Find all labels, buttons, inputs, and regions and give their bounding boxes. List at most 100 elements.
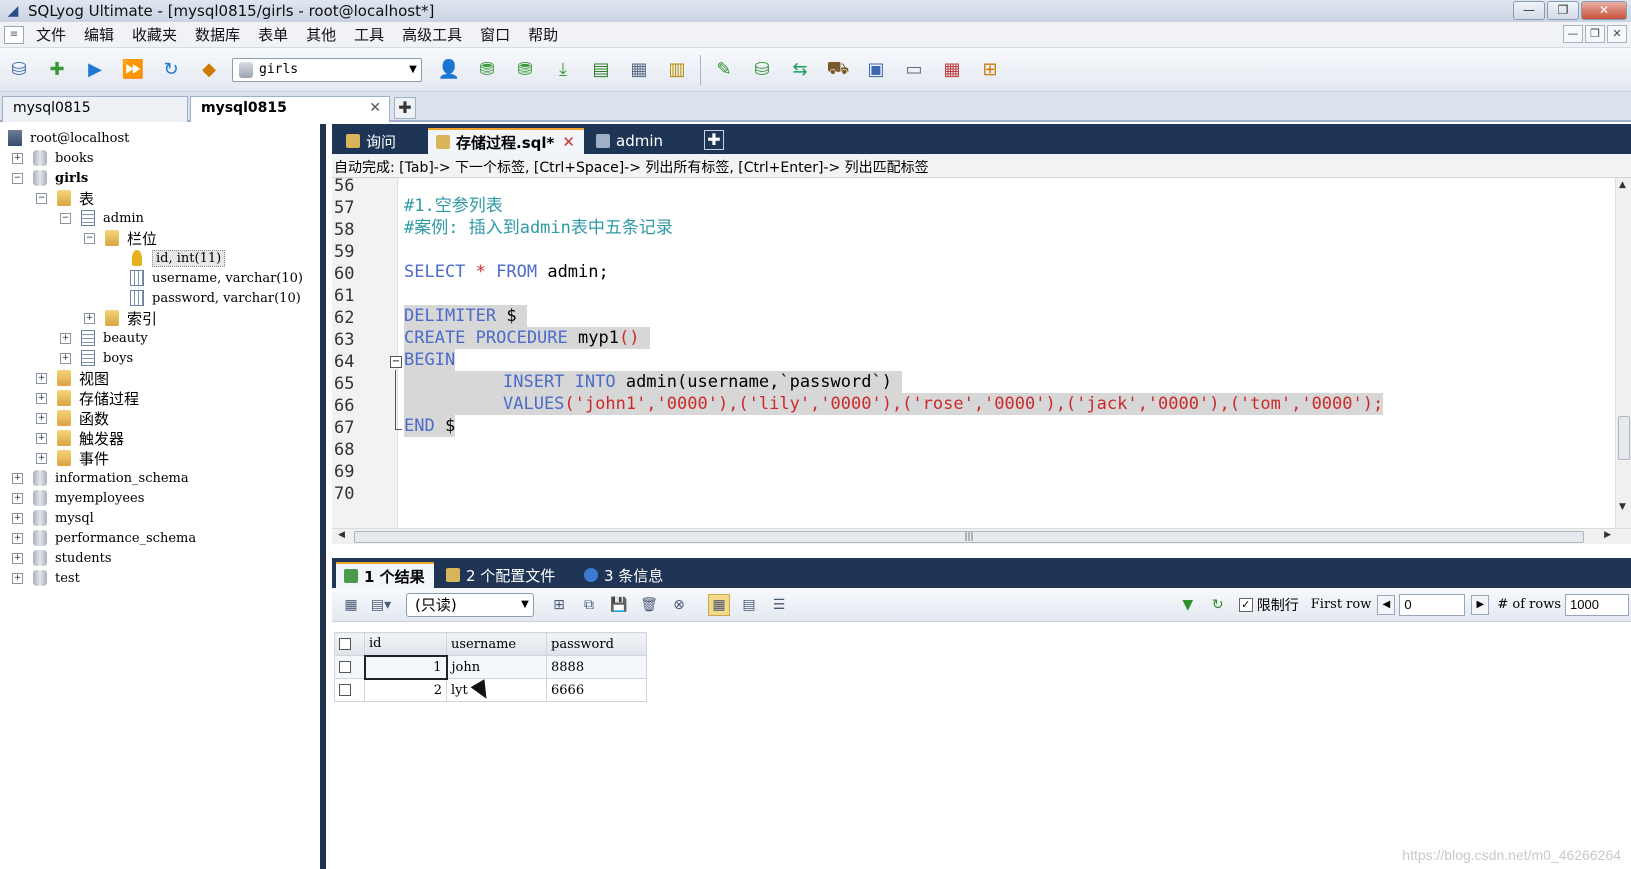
menu-advanced-tools[interactable]: 高级工具 (402, 24, 462, 45)
new-connection-tab-button[interactable]: ✚ (394, 97, 416, 119)
readonly-select[interactable]: (只读) ▼ (406, 592, 534, 617)
scroll-down-icon[interactable]: ▼ (1619, 502, 1626, 512)
tree-node-functions[interactable]: + 函数 (36, 408, 109, 428)
refresh-icon[interactable]: ↻ (156, 55, 186, 85)
tree-node-girls[interactable]: − girls (12, 168, 88, 188)
expand-icon[interactable]: + (60, 352, 71, 364)
create-table-icon[interactable]: ⛃ (510, 55, 540, 85)
connect-icon[interactable]: ⛁ (4, 55, 34, 85)
scroll-right-icon[interactable]: ▶ (1604, 530, 1611, 540)
tree-node-admin[interactable]: − admin (60, 208, 144, 228)
column-header-username[interactable]: username (446, 632, 547, 656)
collapse-icon[interactable]: − (60, 212, 71, 224)
mdi-restore-button[interactable]: ❐ (1585, 25, 1605, 43)
menu-tools[interactable]: 工具 (354, 24, 384, 45)
cell-password[interactable]: 8888 (546, 655, 647, 679)
cell-id[interactable]: 2 (364, 678, 447, 702)
cell-username[interactable]: john (446, 655, 547, 679)
expand-icon[interactable]: + (84, 312, 95, 324)
user-icon[interactable]: 👤 (434, 55, 464, 85)
export-icon[interactable]: ▥ (662, 55, 692, 85)
cell-username[interactable]: lyt (446, 678, 547, 702)
close-icon[interactable]: ✕ (562, 133, 575, 151)
menu-edit[interactable]: 编辑 (84, 24, 114, 45)
expand-icon[interactable]: + (36, 452, 47, 464)
mdi-close-button[interactable]: ✕ (1607, 25, 1627, 43)
cell-password[interactable]: 6666 (546, 678, 647, 702)
menu-file[interactable]: 文件 (36, 24, 66, 45)
expand-icon[interactable]: + (12, 472, 23, 484)
editor-vertical-scrollbar[interactable]: ▲ ▼ (1615, 178, 1631, 528)
compare-icon[interactable]: ⇆ (785, 55, 815, 85)
tree-node-column-id[interactable]: id, int(11) (130, 248, 226, 268)
minimize-button[interactable]: — (1513, 1, 1545, 20)
new-query-tab-button[interactable]: ✚ (704, 130, 724, 150)
tab-stored-procedure-sql[interactable]: 存储过程.sql* ✕ (428, 128, 584, 154)
import-icon[interactable]: ▤ (586, 55, 616, 85)
sql-editor[interactable]: 56 57 58 59 60 61 62 63 64 65 66 67 68 6… (332, 178, 1615, 528)
new-connection-icon[interactable]: ✚ (42, 55, 72, 85)
column-header-id[interactable]: id (364, 632, 447, 656)
connection-tab-1[interactable]: mysql0815 (2, 96, 188, 122)
tab-admin[interactable]: admin (588, 128, 688, 154)
table-row[interactable]: 1 john 8888 (334, 654, 647, 680)
close-button[interactable]: ✕ (1581, 1, 1627, 20)
menu-help[interactable]: 帮助 (528, 24, 558, 45)
scheduler-icon[interactable]: ▣ (861, 55, 891, 85)
menu-window[interactable]: 窗口 (480, 24, 510, 45)
collapse-icon[interactable]: − (12, 172, 23, 184)
limit-rows-checkbox[interactable]: ✓ (1238, 597, 1253, 612)
tab-messages[interactable]: 3 条信息 (576, 562, 676, 588)
fold-toggle-icon[interactable]: − (390, 356, 402, 368)
expand-icon[interactable]: + (12, 492, 23, 504)
row-select-cell[interactable] (334, 655, 365, 679)
tree-node-beauty[interactable]: + beauty (60, 328, 148, 348)
scroll-thumb[interactable]: ||| (354, 531, 1584, 543)
scroll-thumb[interactable] (1618, 416, 1630, 460)
filter-icon[interactable]: ▼ (1177, 594, 1199, 616)
expand-icon[interactable]: + (12, 532, 23, 544)
tree-node-column-password[interactable]: password, varchar(10) (130, 288, 301, 308)
tree-node-mysql[interactable]: + mysql (12, 508, 94, 528)
menu-favorites[interactable]: 收藏夹 (132, 24, 177, 45)
document-icon[interactable]: ≡ (4, 25, 24, 44)
row-checkbox[interactable] (339, 661, 351, 673)
save-icon[interactable]: 💾 (608, 594, 630, 616)
expand-icon[interactable]: + (36, 392, 47, 404)
tree-node-indexes[interactable]: + 索引 (84, 308, 157, 328)
scroll-up-icon[interactable]: ▲ (1619, 180, 1626, 190)
tab-query[interactable]: 询问 (338, 128, 422, 154)
execute-all-icon[interactable]: ⏩ (118, 55, 148, 85)
select-all-checkbox[interactable] (339, 638, 351, 650)
tree-node-myemployees[interactable]: + myemployees (12, 488, 144, 508)
create-database-icon[interactable]: ⛃ (472, 55, 502, 85)
tree-node-students[interactable]: + students (12, 548, 112, 568)
select-all-header[interactable] (334, 632, 365, 656)
schema-icon[interactable]: ▦ (624, 55, 654, 85)
tab-profiles[interactable]: 2 个配置文件 (438, 562, 572, 588)
grid-view-icon[interactable]: ▦ (708, 593, 730, 616)
tree-node-performance-schema[interactable]: + performance_schema (12, 528, 196, 548)
tree-node-information-schema[interactable]: + information_schema (12, 468, 189, 488)
previous-page-button[interactable]: ◀ (1377, 594, 1396, 615)
form-view-icon[interactable]: ▤ (738, 594, 760, 616)
expand-icon[interactable]: + (36, 412, 47, 424)
tree-node-test[interactable]: + test (12, 568, 80, 588)
tree-node-procedures[interactable]: + 存储过程 (36, 388, 139, 408)
delete-icon[interactable]: 🗑 (638, 594, 660, 616)
tab-results[interactable]: 1 个结果 (336, 562, 434, 588)
grid-export-icon[interactable]: ▦ (340, 594, 362, 616)
pane-splitter[interactable] (332, 544, 1631, 558)
tree-node-views[interactable]: + 视图 (36, 368, 109, 388)
query-builder-icon[interactable]: ▭ (899, 55, 929, 85)
structure-icon[interactable]: ⊞ (975, 55, 1005, 85)
expand-icon[interactable]: + (12, 152, 23, 164)
menu-other[interactable]: 其他 (306, 24, 336, 45)
expand-icon[interactable]: + (12, 572, 23, 584)
toggle-icon[interactable]: ◆ (194, 55, 224, 85)
maximize-button[interactable]: ❐ (1547, 1, 1579, 20)
expand-icon[interactable]: + (36, 372, 47, 384)
cancel-changes-icon[interactable]: ⊗ (668, 594, 690, 616)
close-icon[interactable]: ✕ (369, 100, 381, 116)
tree-node-events[interactable]: + 事件 (36, 448, 109, 468)
